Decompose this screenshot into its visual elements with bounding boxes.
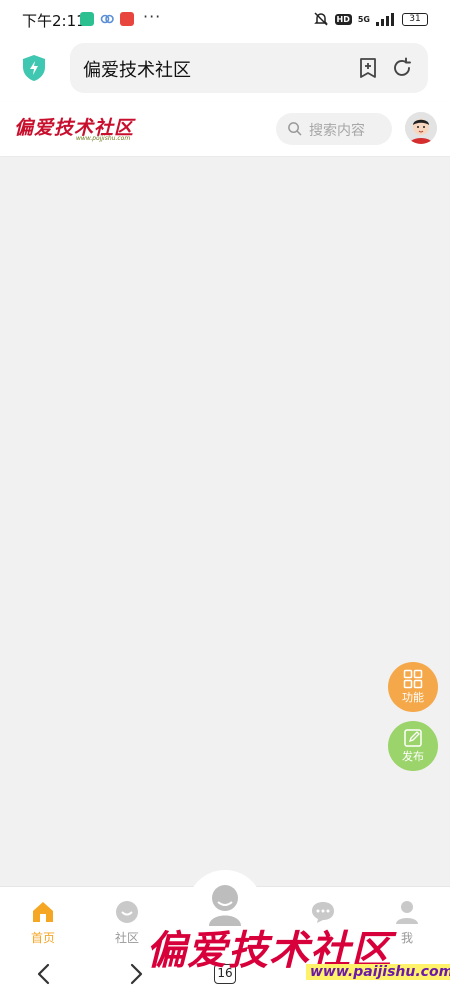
watermark: 偏爱技术社区 www.paijishu.com: [146, 918, 450, 990]
forward-arrow-icon[interactable]: [126, 962, 146, 986]
user-avatar[interactable]: [405, 112, 437, 144]
link-app-icon: [100, 14, 114, 24]
search-placeholder: 搜索内容: [309, 123, 365, 139]
wechat-app-icon: [80, 12, 94, 26]
hd-icon: HD: [334, 13, 352, 25]
community-icon: [116, 901, 138, 923]
address-field[interactable]: 偏爱技术社区: [70, 43, 428, 93]
grid-icon: [403, 669, 423, 689]
home-icon: [33, 902, 53, 922]
site-header: 偏爱技术社区 www.pojjishu.com 搜索内容: [0, 102, 450, 156]
battery-level: 31: [409, 13, 421, 24]
function-label: 功能: [402, 691, 424, 704]
red-app-icon: [120, 12, 134, 26]
search-input[interactable]: 搜索内容: [276, 113, 392, 145]
back-arrow-icon[interactable]: [34, 962, 54, 986]
battery-icon: 31: [402, 12, 428, 26]
refresh-icon[interactable]: [390, 56, 414, 80]
status-icons: HD 5G 31: [313, 11, 428, 27]
address-text[interactable]: 偏爱技术社区: [83, 56, 191, 82]
status-bar: 下午2:11 ··· HD 5G 31: [0, 0, 450, 40]
tab-home[interactable]: 首页: [13, 887, 73, 951]
more-notifications: ···: [143, 7, 162, 26]
function-button[interactable]: 功能: [388, 662, 438, 712]
edit-icon: [404, 729, 422, 747]
status-time: 下午2:11: [22, 12, 86, 30]
main-content: [0, 157, 450, 886]
search-icon: [288, 122, 302, 136]
signal-icon: [376, 13, 394, 26]
post-button[interactable]: 发布: [388, 721, 438, 771]
browser-address-bar: 偏爱技术社区: [0, 40, 450, 102]
bookmark-add-icon[interactable]: [356, 56, 380, 80]
site-logo[interactable]: 偏爱技术社区 www.pojjishu.com: [14, 113, 134, 142]
logo-url: www.pojjishu.com: [76, 135, 131, 142]
mute-bell-icon: [313, 12, 328, 26]
shield-icon[interactable]: [22, 54, 46, 82]
watermark-url: www.paijishu.com: [306, 964, 450, 980]
post-label: 发布: [402, 750, 424, 763]
network-label: 5G: [357, 14, 370, 24]
tab-home-label: 首页: [30, 931, 55, 945]
avatar-face-icon: [405, 112, 437, 144]
